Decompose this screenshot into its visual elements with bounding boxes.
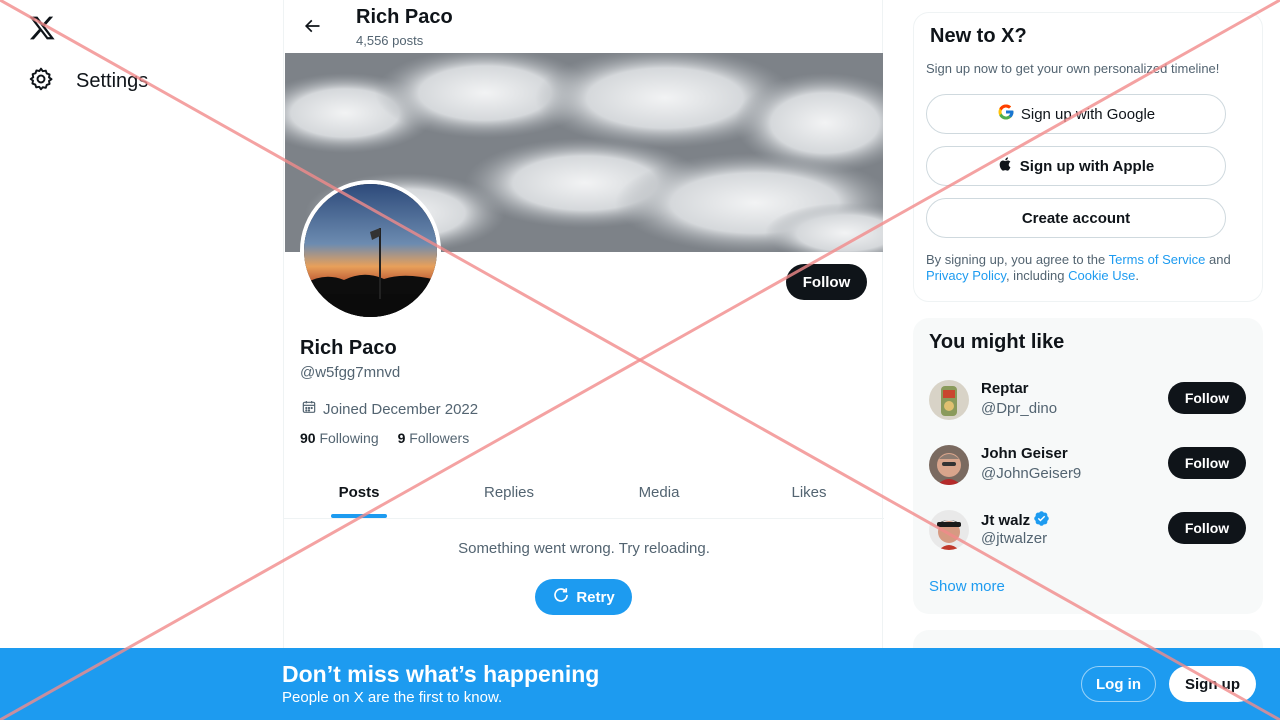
nav-settings[interactable]: Settings [28, 66, 148, 97]
create-account-button[interactable]: Create account [926, 198, 1226, 238]
suggestion-name-text: Reptar [981, 380, 1029, 397]
apple-icon [998, 155, 1014, 177]
legal-including: , including [1005, 268, 1069, 283]
followers-link[interactable]: 9 Followers [398, 430, 470, 446]
retry-label: Retry [576, 588, 615, 606]
followers-label: Followers [409, 430, 470, 446]
tab-replies[interactable]: Replies [434, 466, 584, 518]
apple-label: Sign up with Apple [1019, 157, 1155, 175]
retry-button[interactable]: Retry [535, 579, 632, 615]
signup-card-subtitle: Sign up now to get your own personalized… [926, 61, 1220, 76]
follow-suggestion-button[interactable]: Follow [1168, 447, 1246, 479]
suggestion-handle: @jtwalzer [981, 530, 1048, 547]
followers-count: 9 [397, 430, 406, 446]
google-icon [997, 103, 1015, 125]
suggestion-name-text: Jt walz [981, 512, 1031, 529]
gear-icon [28, 66, 54, 97]
suggestion-name[interactable]: John Geiser [981, 445, 1068, 462]
bottom-signup-bar: Don’t miss what’s happening People on X … [0, 648, 1280, 720]
signup-button[interactable]: Sign up [1169, 666, 1256, 702]
profile-topbar: Rich Paco 4,556 posts [284, 0, 884, 53]
follow-suggestion-button[interactable]: Follow [1168, 512, 1246, 544]
suggestion-handle: @Dpr_dino [981, 400, 1058, 417]
tab-media[interactable]: Media [584, 466, 734, 518]
legal-and: and [1205, 252, 1231, 267]
tab-label: Replies [483, 483, 535, 501]
avatar[interactable] [929, 510, 969, 550]
avatar[interactable] [929, 380, 969, 420]
show-more-link[interactable]: Show more [929, 578, 1005, 595]
feed-error-message: Something went wrong. Try reloading. [458, 540, 710, 557]
signup-legal-text: By signing up, you agree to the Terms of… [926, 252, 1246, 284]
terms-link[interactable]: Terms of Service [1109, 252, 1206, 267]
might-like-title: You might like [929, 331, 1065, 353]
joined-text: Joined December 2022 [323, 400, 479, 418]
suggestion-handle: @JohnGeiser9 [981, 465, 1082, 482]
following-label: Following [319, 430, 379, 446]
tab-label: Media [638, 483, 680, 501]
suggestion-row[interactable]: Reptar @Dpr_dino Follow [929, 378, 1247, 422]
suggestion-name-text: John Geiser [981, 445, 1068, 462]
following-link[interactable]: 90 Following [300, 430, 379, 446]
refresh-icon [552, 586, 570, 608]
tab-label: Likes [791, 483, 827, 501]
follow-button[interactable]: Follow [786, 264, 867, 300]
you-might-like-card: You might like Reptar @Dpr_dino Follow J… [913, 318, 1263, 614]
suggestion-row[interactable]: Jt walz @jtwalzer Follow [929, 508, 1247, 552]
back-arrow-icon[interactable] [298, 12, 326, 40]
tab-posts[interactable]: Posts [284, 466, 434, 518]
x-logo-icon[interactable] [28, 14, 56, 42]
suggestion-row[interactable]: John Geiser @JohnGeiser9 Follow [929, 443, 1247, 487]
suggestion-name[interactable]: Reptar [981, 380, 1029, 397]
profile-tabs: Posts Replies Media Likes [284, 466, 884, 519]
cookie-link[interactable]: Cookie Use [1068, 268, 1135, 283]
login-button[interactable]: Log in [1081, 666, 1156, 702]
header-profile-name: Rich Paco [356, 6, 453, 28]
follow-stats: 90 Following 9 Followers [300, 430, 469, 446]
settings-label: Settings [76, 70, 149, 92]
profile-column: Rich Paco 4,556 posts Follow Rich Paco @… [283, 0, 884, 720]
right-sidebar: New to X? Sign up now to get your own pe… [913, 0, 1263, 720]
tab-label: Posts [338, 483, 380, 501]
left-nav: Settings [0, 0, 283, 720]
follow-suggestion-button[interactable]: Follow [1168, 382, 1246, 414]
profile-handle: @w5fgg7mnvd [300, 364, 401, 381]
profile-avatar[interactable] [300, 180, 441, 321]
signup-google-button[interactable]: Sign up with Google [926, 94, 1226, 134]
verified-badge-icon [1033, 510, 1050, 531]
privacy-link[interactable]: Privacy Policy [926, 268, 1006, 283]
header-post-count: 4,556 posts [356, 33, 424, 48]
tab-likes[interactable]: Likes [734, 466, 884, 518]
active-tab-indicator [331, 514, 387, 518]
bottom-bar-title: Don’t miss what’s happening [282, 661, 600, 687]
google-label: Sign up with Google [1020, 105, 1156, 123]
legal-period: . [1135, 268, 1139, 283]
create-account-label: Create account [1021, 209, 1131, 227]
profile-name: Rich Paco [300, 337, 397, 359]
suggestion-name[interactable]: Jt walz [981, 510, 1050, 531]
signup-apple-button[interactable]: Sign up with Apple [926, 146, 1226, 186]
bottom-bar-subtitle: People on X are the first to know. [282, 689, 503, 706]
legal-prefix: By signing up, you agree to the [926, 252, 1109, 267]
joined-date: Joined December 2022 [301, 399, 478, 419]
signup-card: New to X? Sign up now to get your own pe… [913, 12, 1263, 302]
calendar-icon [301, 399, 317, 419]
avatar[interactable] [929, 445, 969, 485]
signup-card-title: New to X? [930, 25, 1027, 47]
following-count: 90 [300, 430, 316, 446]
